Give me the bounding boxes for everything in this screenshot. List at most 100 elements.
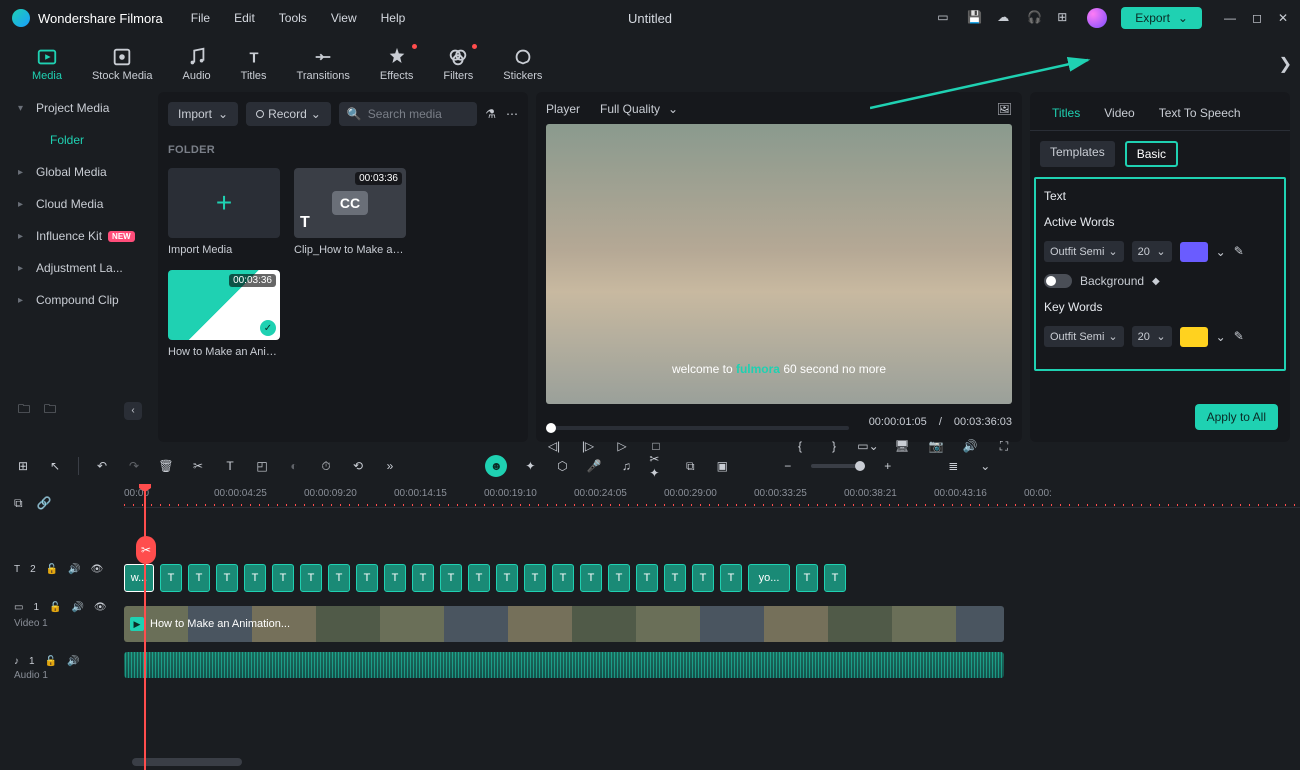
font-size-dropdown[interactable]: 20⌄ (1132, 241, 1172, 262)
menu-file[interactable]: File (191, 11, 210, 25)
timeline-settings-icon[interactable]: ⌄ (976, 457, 994, 475)
text-clip[interactable]: T (356, 564, 378, 592)
import-dropdown[interactable]: Import⌄ (168, 102, 238, 126)
font-family-dropdown[interactable]: Outfit Semi⌄ (1044, 241, 1124, 262)
lock-icon[interactable]: 🔓 (46, 564, 58, 575)
mute-icon[interactable]: 🔊 (71, 602, 83, 613)
menu-view[interactable]: View (331, 11, 357, 25)
tree-influence-kit[interactable]: ▸Influence KitNEW (10, 220, 150, 252)
volume-icon[interactable]: 🔊 (962, 438, 978, 454)
cloud-icon[interactable]: ☁ (997, 10, 1013, 26)
user-avatar[interactable] (1087, 8, 1107, 28)
background-toggle[interactable] (1044, 274, 1072, 288)
prev-frame-button[interactable]: ◁| (546, 438, 562, 454)
quality-dropdown[interactable]: Full Quality⌄ (600, 102, 678, 116)
tool-filters[interactable]: Filters (437, 42, 479, 86)
eye-icon[interactable]: 👁 (91, 564, 104, 575)
marker-icon[interactable]: ⬡ (553, 457, 571, 475)
tool-media[interactable]: Media (26, 42, 68, 86)
text-clip[interactable]: T (552, 564, 574, 592)
text-clip[interactable]: T (664, 564, 686, 592)
crop-button[interactable]: ◰ (253, 457, 271, 475)
enhance-icon[interactable]: ✦ (521, 457, 539, 475)
text-clip[interactable]: T (272, 564, 294, 592)
undo-button[interactable]: ↶ (93, 457, 111, 475)
maximize-button[interactable]: ◻ (1252, 11, 1262, 25)
chevron-down-icon[interactable]: ⌄ (1216, 330, 1226, 344)
grid-icon[interactable]: ⊞ (1057, 10, 1073, 26)
keyframe-icon[interactable]: ▣ (713, 457, 731, 475)
tree-compound-clip[interactable]: ▸Compound Clip (10, 284, 150, 316)
split-button[interactable]: ✂ (189, 457, 207, 475)
tool-audio[interactable]: Audio (177, 42, 217, 86)
auto-cut-icon[interactable]: ✂✦ (649, 457, 667, 475)
zoom-out-button[interactable]: − (779, 457, 797, 475)
text-clip[interactable]: T (160, 564, 182, 592)
text-clip[interactable]: T (692, 564, 714, 592)
cursor-icon[interactable]: ↖ (46, 457, 64, 475)
save-icon[interactable]: 💾 (967, 10, 983, 26)
redo-button[interactable]: ↷ (125, 457, 143, 475)
text-clip[interactable]: yo... (748, 564, 790, 592)
link-icon[interactable]: 🔗 (37, 496, 52, 506)
subtab-basic[interactable]: Basic (1125, 141, 1178, 167)
layout-icon[interactable]: ⊞ (14, 457, 32, 475)
active-color-swatch[interactable] (1180, 242, 1208, 262)
tracks-area[interactable]: 00:0000:00:04:2500:00:09:2000:00:14:1500… (124, 484, 1300, 770)
tool-titles[interactable]: T Titles (235, 42, 273, 86)
text-track[interactable]: w...TTTTTTTTTTTTTTTTTTTTTyo...TT (124, 564, 1300, 598)
font-family-dropdown-kw[interactable]: Outfit Semi⌄ (1044, 326, 1124, 347)
screen-record-icon[interactable]: ▭ (937, 10, 953, 26)
scrub-track[interactable] (546, 426, 849, 430)
text-clip[interactable]: T (496, 564, 518, 592)
text-clip[interactable]: T (440, 564, 462, 592)
text-clip[interactable]: T (412, 564, 434, 592)
eyedropper-icon[interactable]: ✎ (1234, 329, 1250, 345)
minimize-button[interactable]: — (1224, 11, 1236, 25)
reverse-button[interactable]: ⟲ (349, 457, 367, 475)
mark-out-icon[interactable]: } (826, 438, 842, 454)
tab-video[interactable]: Video (1092, 96, 1146, 130)
text-clip[interactable]: T (216, 564, 238, 592)
menu-edit[interactable]: Edit (234, 11, 255, 25)
apply-to-all-button[interactable]: Apply to All (1195, 404, 1278, 430)
zoom-knob[interactable] (855, 461, 865, 471)
text-clip[interactable]: T (524, 564, 546, 592)
media-tile-video[interactable]: 00:03:36 ✓ How to Make an Anim... (168, 270, 280, 358)
mute-icon[interactable]: 🔊 (68, 564, 80, 575)
text-clip[interactable]: T (468, 564, 490, 592)
timeline-scrollbar[interactable] (132, 758, 242, 766)
more-icon[interactable]: ⋯ (506, 107, 518, 121)
search-media-input[interactable]: 🔍Search media (339, 102, 477, 126)
chevron-down-icon[interactable]: ⌄ (1216, 245, 1226, 259)
color-button[interactable]: ◐ (285, 457, 303, 475)
tree-adjustment-layer[interactable]: ▸Adjustment La... (10, 252, 150, 284)
music-icon[interactable]: ♫ (617, 457, 635, 475)
record-dropdown[interactable]: Record⌄ (246, 102, 331, 126)
text-clip[interactable]: T (636, 564, 658, 592)
ai-button[interactable]: ☻ (485, 455, 507, 477)
diamond-icon[interactable]: ◆ (1152, 276, 1160, 287)
lock-icon[interactable]: 🔓 (45, 656, 57, 667)
font-size-dropdown-kw[interactable]: 20⌄ (1132, 326, 1172, 347)
tool-effects[interactable]: Effects (374, 42, 419, 86)
export-button[interactable]: Export ⌄ (1121, 7, 1202, 29)
fit-icon[interactable]: ≣ (944, 457, 962, 475)
play-button[interactable]: ▷ (614, 438, 630, 454)
next-frame-button[interactable]: |▷ (580, 438, 596, 454)
zoom-in-button[interactable]: + (879, 457, 897, 475)
camera-icon[interactable]: 📷 (928, 438, 944, 454)
media-tile-cc[interactable]: 00:03:36 CC T Clip_How to Make an ... (294, 168, 406, 256)
voice-icon[interactable]: 🎤 (585, 457, 603, 475)
eye-icon[interactable]: 👁 (94, 602, 107, 613)
tab-titles[interactable]: Titles (1040, 96, 1092, 130)
more-tools-button[interactable]: » (381, 457, 399, 475)
text-button[interactable]: T (221, 457, 239, 475)
filter-icon[interactable]: ⚗ (485, 107, 496, 121)
tree-global-media[interactable]: ▸Global Media (10, 156, 150, 188)
playhead[interactable] (144, 484, 146, 770)
subtab-templates[interactable]: Templates (1040, 141, 1115, 167)
menu-help[interactable]: Help (381, 11, 406, 25)
text-clip[interactable]: T (608, 564, 630, 592)
text-clip[interactable]: T (720, 564, 742, 592)
